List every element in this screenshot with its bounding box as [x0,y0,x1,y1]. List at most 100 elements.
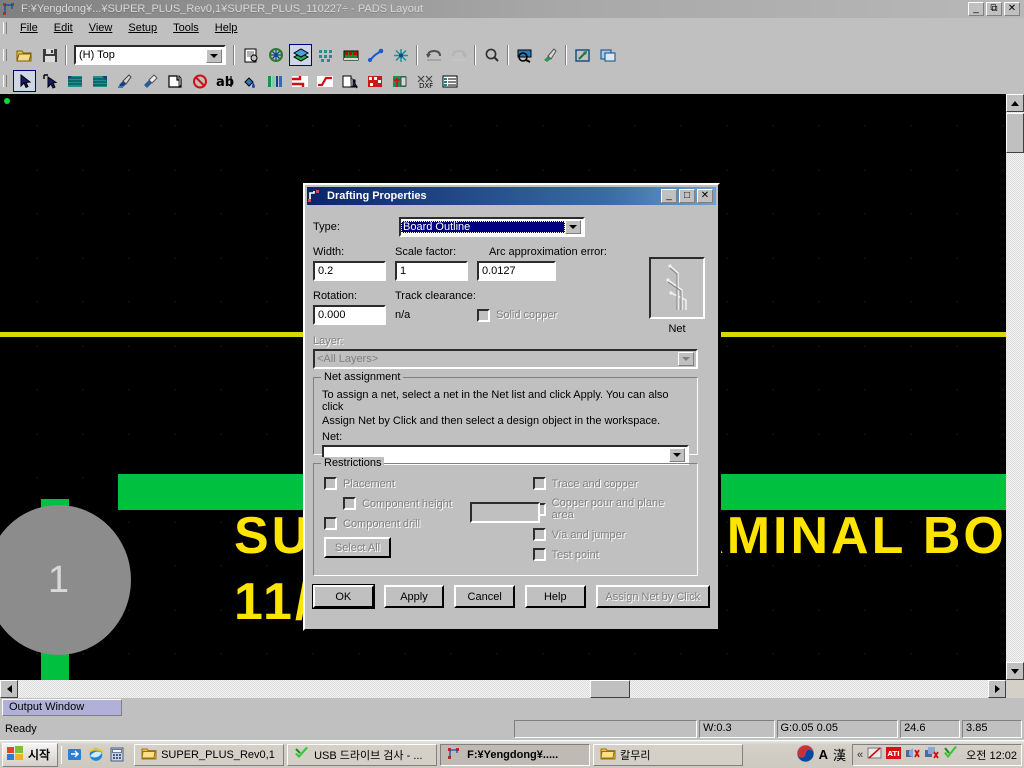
ime-mode-label[interactable]: A [819,747,828,762]
canvas-horizontal-scrollbar[interactable] [0,680,1006,698]
copper-icon[interactable] [63,70,86,92]
taskbar-item-kalmuri[interactable]: 칼무리 [593,743,744,766]
trace-icon[interactable] [288,70,311,92]
board-outline-icon[interactable] [339,44,362,66]
via-and-jumper-restriction-row[interactable]: Via and jumper [532,528,689,541]
undo-icon[interactable] [422,44,445,66]
horizontal-scrollbar-track[interactable] [0,680,1006,698]
placement-checkbox[interactable] [324,477,337,490]
select-all-button[interactable]: Select All [324,537,391,558]
horizontal-scrollbar-thumb[interactable] [590,680,630,698]
solid-copper-checkbox[interactable] [477,308,490,322]
layer-combo[interactable]: (H) Top [74,45,226,65]
component-height-checkbox[interactable] [343,497,356,510]
usb-check-icon[interactable] [943,746,958,763]
arc-approximation-error-input[interactable]: 0.0127 [477,261,556,281]
redo-icon[interactable] [447,44,470,66]
dialog-close-button[interactable]: ✕ [697,189,713,203]
standard-toolbar-grip[interactable] [2,47,10,63]
layers-icon[interactable] [289,44,312,66]
taskbar-item-super-plus-rev[interactable]: SUPER_PLUS_Rev0,1 [134,743,285,766]
taskbar-item-usb-check[interactable]: USB 드라이브 검사 - ... [287,743,438,766]
dimension-icon[interactable] [263,70,286,92]
via-and-jumper-checkbox[interactable] [532,528,546,541]
drc-icon[interactable] [363,70,386,92]
drafting-properties-dialog[interactable]: Drafting Properties _ □ ✕ Type: Board Ou… [303,183,720,631]
zigzag-trace-icon[interactable] [313,70,336,92]
copper-pour-plane-restriction-row[interactable]: Copper pour and plane area [532,497,689,521]
tray-clock[interactable]: 오전 12:02 [966,747,1017,763]
placement-restriction-row[interactable]: Placement [324,477,503,490]
component-drill-checkbox[interactable] [324,517,337,530]
cancel-button[interactable]: Cancel [454,585,515,608]
canvas-vertical-scrollbar[interactable] [1006,94,1024,680]
vertical-scrollbar-track[interactable] [1006,94,1024,680]
chevron-down-icon[interactable] [678,352,694,366]
menu-help[interactable]: Help [207,20,246,36]
menubar-grip[interactable] [2,20,10,36]
keepout-icon[interactable] [188,70,211,92]
design-properties-icon[interactable] [239,44,262,66]
window-minimize-button[interactable]: _ [968,2,984,16]
dialog-titlebar[interactable]: Drafting Properties _ □ ✕ [307,187,716,205]
taskbar-item-pads-layout[interactable]: F:¥Yengdong¥..... [440,743,591,766]
route-icon[interactable] [364,44,387,66]
scroll-up-button[interactable] [1006,94,1024,112]
window-close-button[interactable]: ✕ [1004,2,1020,16]
trace-and-copper-restriction-row[interactable]: Trace and copper [532,477,689,490]
scroll-down-button[interactable] [1006,662,1024,680]
scroll-right-button[interactable] [988,680,1006,698]
dxf-icon[interactable]: DXF [413,70,436,92]
volume-muted-icon[interactable] [905,746,920,763]
paint-icon[interactable] [538,44,561,66]
menu-view[interactable]: View [81,20,121,36]
board-outline-cutout-icon[interactable] [163,70,186,92]
show-desktop-icon[interactable] [66,746,84,764]
menu-file[interactable]: File [12,20,46,36]
scale-factor-input[interactable]: 1 [395,261,468,281]
pour-manager-icon[interactable] [314,44,337,66]
dialog-maximize-button[interactable]: □ [679,189,695,203]
select-arrow-icon[interactable] [13,70,36,92]
select-next-icon[interactable] [38,70,61,92]
ime-hanja-label[interactable]: 漢 [833,745,846,764]
text-icon[interactable]: ab [213,70,236,92]
solid-copper-row[interactable]: Solid copper [477,308,557,322]
apply-button[interactable]: Apply [383,585,445,608]
test-point-icon[interactable] [388,70,411,92]
assign-net-by-click-button[interactable]: Assign Net by Click [595,585,710,608]
chevron-down-icon[interactable] [206,49,222,63]
layer-combo-dialog[interactable]: <All Layers> [313,349,698,369]
refresh-icon[interactable] [264,44,287,66]
plane-area-icon[interactable] [113,70,136,92]
fill-icon[interactable] [238,70,261,92]
splitter-icon[interactable] [389,44,412,66]
dialog-minimize-button[interactable]: _ [661,189,677,203]
component-height-input[interactable] [470,502,540,523]
start-button[interactable]: 시작 [2,742,59,767]
query-icon[interactable] [513,44,536,66]
ime-indicator[interactable]: A 漢 [791,744,852,765]
list-icon[interactable] [438,70,461,92]
chevron-down-icon[interactable] [669,448,685,462]
type-combo[interactable]: Board Outline [399,217,585,237]
copper-pour-icon[interactable] [88,70,111,92]
output-window-tab[interactable]: Output Window [2,699,122,716]
internet-explorer-icon[interactable] [87,746,105,764]
window-icon[interactable] [596,44,619,66]
width-input[interactable]: 0.2 [313,261,386,281]
chevron-down-icon[interactable] [565,220,581,234]
help-button[interactable]: Help [524,585,586,608]
network-x-icon[interactable] [924,746,939,763]
save-icon[interactable] [38,44,61,66]
export-icon[interactable] [571,44,594,66]
rotation-input[interactable]: 0.000 [313,305,386,325]
hatch-icon[interactable] [138,70,161,92]
drafting-toolbar-grip[interactable] [2,73,10,89]
test-point-checkbox[interactable] [532,548,546,561]
ok-button[interactable]: OK [313,585,374,608]
trace-and-copper-checkbox[interactable] [532,477,546,490]
menu-tools[interactable]: Tools [165,20,207,36]
menu-edit[interactable]: Edit [46,20,81,36]
window-restore-button[interactable]: ⧉ [986,2,1002,16]
